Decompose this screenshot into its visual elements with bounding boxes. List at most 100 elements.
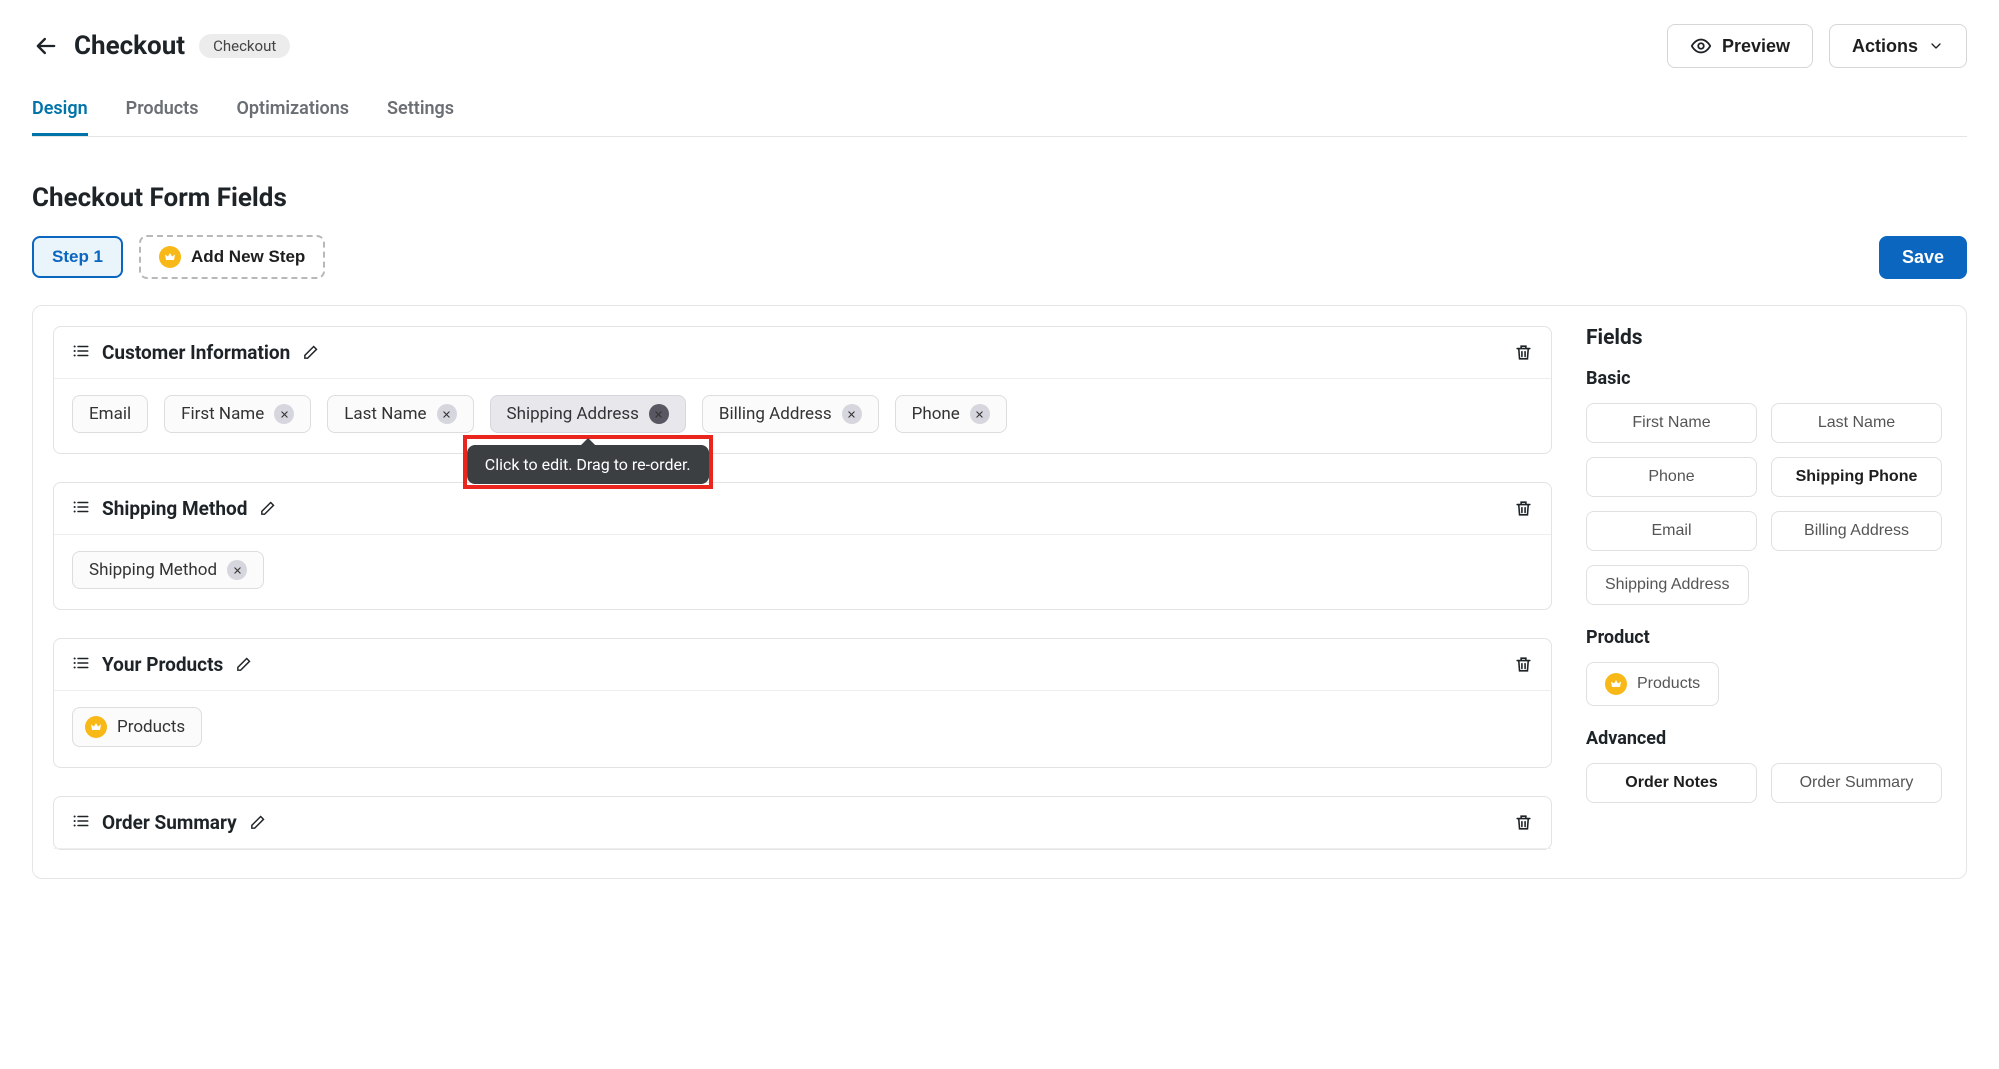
edit-section-button[interactable]	[249, 814, 266, 831]
tab-optimizations[interactable]: Optimizations	[236, 88, 349, 136]
sidebar-field-label: Order Summary	[1800, 774, 1914, 791]
drag-handle[interactable]	[72, 342, 90, 364]
sidebar-field-grid: First Name Last Name Phone Shipping Phone Em…	[1586, 403, 1942, 605]
chip-label: Billing Address	[719, 404, 832, 424]
edit-section-button[interactable]	[259, 500, 276, 517]
add-step-label: Add New Step	[191, 247, 305, 267]
page-title: Checkout	[74, 31, 185, 61]
list-icon	[72, 812, 90, 830]
field-chip[interactable]: Shipping Address	[490, 395, 686, 433]
sidebar-field-button[interactable]: Order Summary	[1771, 763, 1942, 803]
sidebar-field-button[interactable]: Last Name	[1771, 403, 1942, 443]
sidebar-field-label: Products	[1637, 675, 1700, 693]
sidebar-field-label: First Name	[1632, 414, 1710, 431]
field-chip[interactable]: First Name	[164, 395, 311, 433]
remove-chip-button[interactable]	[274, 404, 294, 424]
chip-label: First Name	[181, 404, 264, 424]
delete-section-button[interactable]	[1514, 813, 1533, 832]
actions-label: Actions	[1852, 36, 1918, 57]
drag-handle[interactable]	[72, 812, 90, 834]
canvas-main: Customer Information Email First Name Last …	[53, 326, 1552, 878]
sidebar-field-label: Phone	[1648, 468, 1694, 485]
tab-products[interactable]: Products	[126, 88, 199, 136]
list-icon	[72, 654, 90, 672]
sidebar-field-grid: Order Notes Order Summary	[1586, 763, 1942, 803]
remove-chip-button[interactable]	[649, 404, 669, 424]
delete-section-button[interactable]	[1514, 343, 1533, 362]
sidebar-field-label: Last Name	[1818, 414, 1895, 431]
step-tab[interactable]: Step 1	[32, 236, 123, 278]
page-type-badge: Checkout	[199, 34, 290, 58]
actions-dropdown[interactable]: Actions	[1829, 24, 1967, 68]
sidebar-field-button[interactable]: Shipping Phone	[1771, 457, 1942, 497]
field-chip[interactable]: Phone	[895, 395, 1007, 433]
fields-sidebar: Fields BasicFirst NameLast NamePhoneShip…	[1576, 326, 1946, 878]
preview-label: Preview	[1722, 36, 1790, 57]
crown-icon	[159, 246, 181, 268]
back-button[interactable]	[32, 32, 60, 60]
field-chip[interactable]: Last Name	[327, 395, 473, 433]
section-header-left: Your Products	[72, 653, 252, 676]
section-header-left: Customer Information	[72, 341, 319, 364]
header: Checkout Checkout Preview Actions	[32, 0, 1967, 80]
delete-section-button[interactable]	[1514, 655, 1533, 674]
section-body: Shipping Method	[54, 535, 1551, 609]
section-name: Customer Information	[102, 341, 290, 364]
remove-chip-button[interactable]	[227, 560, 247, 580]
sidebar-field-label: Email	[1651, 522, 1691, 539]
pencil-icon	[259, 500, 276, 517]
section-name: Shipping Method	[102, 497, 247, 520]
field-tooltip: Click to edit. Drag to re-order.	[467, 445, 709, 484]
sidebar-group-heading: Advanced	[1586, 728, 1942, 749]
sidebar-field-label: Shipping Address	[1605, 576, 1730, 593]
sidebar-field-button[interactable]: First Name	[1586, 403, 1757, 443]
sidebar-field-button[interactable]: Shipping Address	[1586, 565, 1749, 605]
remove-chip-button[interactable]	[970, 404, 990, 424]
arrow-left-icon	[32, 32, 60, 60]
form-section: Shipping Method Shipping Method	[53, 482, 1552, 610]
field-chip[interactable]: Billing Address	[702, 395, 879, 433]
field-chip[interactable]: Shipping Method	[72, 551, 264, 589]
header-left: Checkout Checkout	[32, 31, 290, 61]
field-chip[interactable]: Email	[72, 395, 148, 433]
trash-icon	[1514, 655, 1533, 674]
drag-handle[interactable]	[72, 654, 90, 676]
sidebar-field-button[interactable]: Order Notes	[1586, 763, 1757, 803]
header-actions: Preview Actions	[1667, 24, 1967, 68]
section-body: Products	[54, 691, 1551, 767]
trash-icon	[1514, 343, 1533, 362]
edit-section-button[interactable]	[302, 344, 319, 361]
pencil-icon	[302, 344, 319, 361]
tab-settings[interactable]: Settings	[387, 88, 454, 136]
field-chip[interactable]: Products	[72, 707, 202, 747]
save-button[interactable]: Save	[1879, 236, 1967, 279]
sidebar-field-label: Order Notes	[1625, 774, 1717, 791]
form-section: Customer Information Email First Name Last …	[53, 326, 1552, 454]
sidebar-field-button[interactable]: Phone	[1586, 457, 1757, 497]
remove-chip-button[interactable]	[437, 404, 457, 424]
edit-section-button[interactable]	[235, 656, 252, 673]
tab-design[interactable]: Design	[32, 88, 88, 136]
pencil-icon	[249, 814, 266, 831]
pencil-icon	[235, 656, 252, 673]
sidebar-field-button[interactable]: Products	[1586, 662, 1719, 706]
section-title: Checkout Form Fields	[32, 183, 1967, 213]
section-header-left: Shipping Method	[72, 497, 276, 520]
section-header: Order Summary	[54, 797, 1551, 849]
sidebar-field-button[interactable]: Email	[1586, 511, 1757, 551]
sidebar-field-button[interactable]: Billing Address	[1771, 511, 1942, 551]
trash-icon	[1514, 813, 1533, 832]
crown-icon	[85, 716, 107, 738]
section-name: Your Products	[102, 653, 223, 676]
crown-icon	[1605, 673, 1627, 695]
delete-section-button[interactable]	[1514, 499, 1533, 518]
preview-button[interactable]: Preview	[1667, 24, 1813, 68]
chip-label: Products	[117, 717, 185, 737]
add-step-button[interactable]: Add New Step	[139, 235, 325, 279]
drag-handle[interactable]	[72, 498, 90, 520]
sidebar-field-label: Shipping Phone	[1796, 468, 1918, 485]
remove-chip-button[interactable]	[842, 404, 862, 424]
chip-label: Phone	[912, 404, 960, 424]
builder-canvas: Customer Information Email First Name Last …	[32, 305, 1967, 879]
sidebar-field-grid: Products	[1586, 662, 1942, 706]
